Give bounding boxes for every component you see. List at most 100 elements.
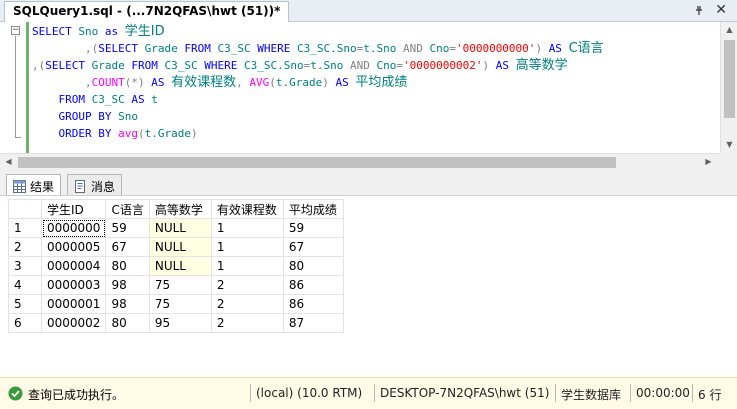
advanced-math-cell[interactable]: 95 (148, 313, 212, 333)
c-language-cell[interactable]: 80 (105, 256, 150, 276)
student-id-cell[interactable]: 0000005 (40, 237, 107, 257)
c-language-cell[interactable]: 98 (105, 275, 150, 295)
editor-vertical-scrollbar[interactable]: ▲ ▼ (720, 22, 737, 153)
column-header-c-language[interactable]: C语言 (105, 199, 150, 219)
code-token: WHERE (204, 59, 244, 72)
average-grade-cell[interactable]: 59 (282, 218, 344, 238)
student-id-cell[interactable]: 0000002 (40, 313, 107, 333)
editor-horizontal-scrollbar[interactable]: ◀ ▶ (0, 153, 720, 170)
code-line[interactable]: ,(SELECT Grade FROM C3_SC WHERE C3_SC.Sn… (32, 40, 604, 57)
results-grid[interactable]: 学生ID C语言 高等数学 有效课程数 平均成绩 1 0000000 59 NU… (8, 199, 344, 333)
student-id-cell[interactable]: 0000001 (40, 294, 107, 314)
row-number[interactable]: 4 (8, 275, 42, 295)
c-language-cell[interactable]: 98 (105, 294, 150, 314)
course-count-cell[interactable]: 1 (210, 256, 284, 276)
column-header-average-grade[interactable]: 平均成绩 (282, 199, 344, 219)
horizontal-scroll-thumb[interactable] (18, 157, 616, 168)
advanced-math-cell[interactable]: 75 (148, 294, 212, 314)
column-header-advanced-math[interactable]: 高等数学 (148, 199, 212, 219)
code-token: C3_SC (217, 42, 258, 55)
code-token: ,( (32, 59, 46, 72)
average-grade-cell[interactable]: 87 (282, 313, 344, 333)
scroll-right-arrow-icon[interactable]: ▶ (700, 157, 717, 166)
tab-results[interactable]: 结果 (6, 174, 62, 195)
code-token: (*) (124, 76, 152, 89)
column-header-course-count[interactable]: 有效课程数 (210, 199, 284, 219)
scroll-down-arrow-icon[interactable]: ▼ (721, 140, 737, 149)
average-grade-cell[interactable]: 67 (282, 237, 344, 257)
code-token: FROM (184, 42, 218, 55)
advanced-math-cell[interactable]: NULL (148, 237, 212, 257)
code-token: 学生ID (124, 24, 165, 39)
row-number[interactable]: 6 (8, 313, 42, 333)
scroll-up-arrow-icon[interactable]: ▲ (721, 25, 737, 34)
document-tab[interactable]: SQLQuery1.sql - (...7N2QFAS\hwt (51))* (4, 1, 290, 22)
status-separator (250, 384, 251, 402)
table-row[interactable]: 2 0000005 67 NULL 1 67 (8, 237, 344, 257)
pin-icon[interactable] (693, 4, 705, 16)
code-token: FROM (131, 59, 165, 72)
c-language-cell[interactable]: 80 (105, 313, 150, 333)
results-tab-bar: 结果 消息 (0, 170, 737, 196)
code-token: = (396, 59, 403, 72)
code-line[interactable]: ORDER BY avg(t.Grade) (32, 125, 197, 142)
status-rows: 6 行 (698, 388, 722, 402)
row-number-header[interactable] (8, 199, 42, 219)
vertical-scroll-thumb[interactable] (724, 40, 735, 118)
code-token: Sno (78, 25, 105, 38)
code-line[interactable]: GROUP BY Sno (32, 108, 137, 125)
row-number[interactable]: 1 (8, 218, 42, 238)
average-grade-cell[interactable]: 86 (282, 275, 344, 295)
table-row[interactable]: 1 0000000 59 NULL 1 59 (8, 218, 344, 238)
code-token: ) (535, 42, 549, 55)
code-area[interactable]: SELECT Sno as 学生ID ,(SELECT Grade FROM C… (32, 22, 718, 153)
code-token: C3_SC (164, 59, 205, 72)
row-number[interactable]: 2 (8, 237, 42, 257)
code-token: avg (118, 127, 138, 140)
status-separator (692, 384, 693, 402)
row-number[interactable]: 5 (8, 294, 42, 314)
c-language-cell[interactable]: 59 (105, 218, 150, 238)
c-language-cell[interactable]: 67 (105, 237, 150, 257)
code-token: ( (269, 76, 276, 89)
code-line[interactable]: SELECT Sno as 学生ID (32, 23, 165, 40)
change-tracking-bar (26, 22, 29, 153)
code-token: Grade (91, 59, 132, 72)
close-tab-icon[interactable]: ✕ (715, 2, 727, 18)
course-count-cell[interactable]: 2 (210, 294, 284, 314)
code-token: C3_SC.Sno (296, 42, 357, 55)
document-tab-title: SQLQuery1.sql - (...7N2QFAS\hwt (51))* (13, 4, 281, 18)
column-header-student-id[interactable]: 学生ID (40, 199, 107, 219)
advanced-math-cell[interactable]: 75 (148, 275, 212, 295)
tab-messages[interactable]: 消息 (67, 174, 123, 195)
table-row[interactable]: 3 0000004 80 NULL 1 80 (8, 256, 344, 276)
code-token: as (104, 25, 125, 38)
collapse-toggle-icon[interactable]: − (11, 26, 20, 35)
average-grade-cell[interactable]: 80 (282, 256, 344, 276)
course-count-cell[interactable]: 1 (210, 218, 284, 238)
code-token: , (32, 76, 92, 89)
row-number[interactable]: 3 (8, 256, 42, 276)
code-token: ,( (32, 42, 99, 55)
status-connection: DESKTOP-7N2QFAS\hwt (51) (380, 386, 550, 400)
advanced-math-cell[interactable]: NULL (148, 218, 212, 238)
sql-editor[interactable]: − SELECT Sno as 学生ID ,(SELECT Grade FROM… (0, 22, 737, 170)
table-row[interactable]: 4 0000003 98 75 2 86 (8, 275, 344, 295)
course-count-cell[interactable]: 2 (210, 275, 284, 295)
status-separator (374, 384, 375, 402)
scroll-left-arrow-icon[interactable]: ◀ (0, 157, 17, 166)
table-row[interactable]: 6 0000002 80 95 2 87 (8, 313, 344, 333)
student-id-cell[interactable]: 0000004 (40, 256, 107, 276)
advanced-math-cell[interactable]: NULL (148, 256, 212, 276)
status-database: 学生数据库 (561, 388, 622, 402)
course-count-cell[interactable]: 2 (210, 313, 284, 333)
code-line[interactable]: FROM C3_SC AS t (32, 91, 157, 108)
student-id-cell[interactable]: 0000000 (40, 218, 107, 238)
code-line[interactable]: ,(SELECT Grade FROM C3_SC WHERE C3_SC.Sn… (32, 57, 568, 74)
student-id-cell[interactable]: 0000003 (40, 275, 107, 295)
code-line[interactable]: ,COUNT(*) AS 有效课程数, AVG(t.Grade) AS 平均成绩 (32, 74, 407, 91)
table-row[interactable]: 5 0000001 98 75 2 86 (8, 294, 344, 314)
course-count-cell[interactable]: 1 (210, 237, 284, 257)
code-token: Cno (429, 42, 450, 55)
average-grade-cell[interactable]: 86 (282, 294, 344, 314)
